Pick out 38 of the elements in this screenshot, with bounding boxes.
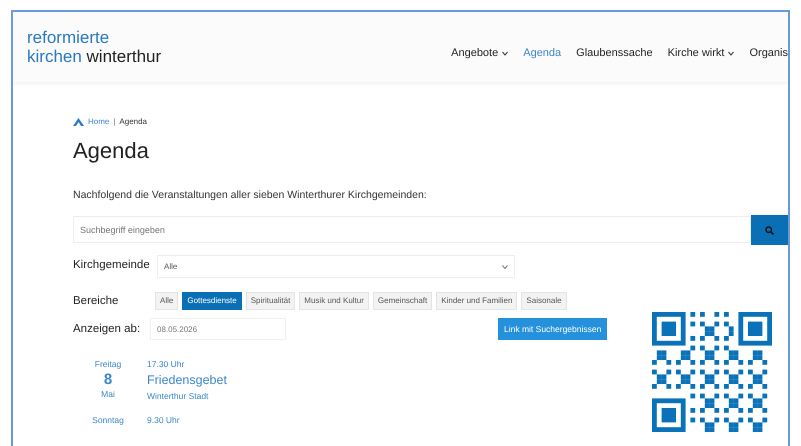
nav-link-item[interactable]: Kirche wirkt (668, 44, 724, 62)
logo-text[interactable]: reformierte (27, 28, 162, 47)
filter-chip[interactable]: Spiritualität (246, 292, 296, 310)
search-field[interactable]: Suchbegriff eingeben (73, 216, 752, 244)
breadcrumb-current: Agenda (119, 116, 148, 128)
event-day: 8 (73, 370, 143, 388)
event-weekday: Sonntag (91, 414, 125, 428)
nav-link-item[interactable]: Glaubenssache (576, 44, 653, 62)
filter-chip[interactable]: Saisonale (521, 292, 567, 310)
breadcrumb-link[interactable]: Home (88, 116, 110, 128)
event-time: 17.30 Uhr (147, 358, 186, 371)
event-time: 9.30 Uhr (147, 414, 180, 428)
nav-link-item[interactable]: Agenda (523, 44, 562, 62)
intro-text: Nachfolgend die Veranstaltungen aller sieben Winterthurer Kirchgemeinden: (73, 188, 428, 204)
logo-text[interactable]: kirchen winterthur (27, 47, 162, 66)
filter-chip[interactable]: Gemeinschaft (372, 292, 432, 310)
date-field[interactable]: 08.05.2026 (150, 318, 286, 340)
parish-select[interactable]: Alle (157, 255, 515, 278)
filter-chip[interactable]: Gottesdienste (182, 292, 242, 310)
filter-chip[interactable]: Musik und Kultur (299, 292, 369, 310)
event-month: Mai (100, 388, 116, 401)
search-icon (765, 226, 774, 235)
page-title: Agenda (73, 138, 150, 164)
filter-label: Kirchgemeinde (73, 258, 151, 274)
nav-link-item[interactable]: Angebote (451, 44, 498, 62)
nav-link-item[interactable]: Organis (749, 44, 788, 62)
breadcrumb-separator: | (113, 116, 116, 128)
search-button[interactable] (751, 215, 788, 246)
date-label: Anzeigen ab: (73, 322, 142, 337)
filter-chip[interactable]: Kinder und Familien (436, 292, 518, 310)
select-value: Alle (164, 260, 178, 273)
event-weekday: Freitag (94, 358, 122, 371)
event-place: Winterthur Stadt (147, 390, 210, 402)
event-title[interactable]: Friedensgebet (147, 370, 227, 390)
filter-chip[interactable]: Alle (155, 292, 178, 310)
church-logo-icon (73, 118, 84, 126)
filter-label: Bereiche (73, 294, 120, 309)
chevron-down-icon (502, 264, 508, 269)
